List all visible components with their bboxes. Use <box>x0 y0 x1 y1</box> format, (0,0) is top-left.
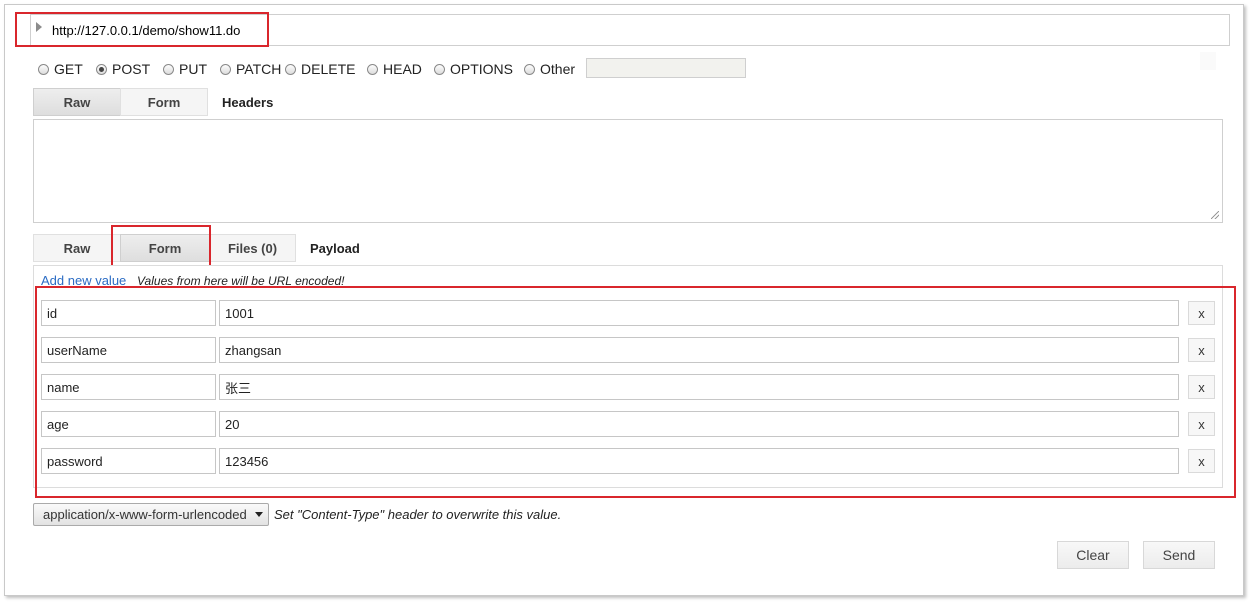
headers-label: Headers <box>222 95 274 110</box>
content-type-select[interactable]: application/x-www-form-urlencoded <box>33 503 269 526</box>
payload-tab-raw[interactable]: Raw <box>33 234 121 262</box>
radio-put[interactable] <box>163 63 174 75</box>
radio-get[interactable] <box>38 63 49 75</box>
content-type-note: Set "Content-Type" header to overwrite t… <box>274 507 562 522</box>
headers-tab-form[interactable]: Form <box>120 88 208 116</box>
payload-label: Payload <box>310 241 360 256</box>
radio-delete[interactable] <box>285 63 296 75</box>
method-other[interactable]: Other <box>524 60 575 78</box>
clear-button[interactable]: Clear <box>1057 541 1129 569</box>
dropdown-arrow-icon <box>255 512 263 517</box>
payload-tab-files[interactable]: Files (0) <box>209 234 296 262</box>
headers-tab-raw[interactable]: Raw <box>33 88 121 116</box>
method-delete[interactable]: DELETE <box>285 60 355 78</box>
params-highlight-box <box>35 286 1236 498</box>
method-get[interactable]: GET <box>38 60 83 78</box>
radio-post[interactable] <box>96 63 107 75</box>
form-tab-highlight-box <box>111 225 211 268</box>
method-head[interactable]: HEAD <box>367 60 422 78</box>
headers-textarea[interactable] <box>33 119 1223 223</box>
radio-head[interactable] <box>367 63 378 75</box>
method-put[interactable]: PUT <box>163 60 207 78</box>
method-options[interactable]: OPTIONS <box>434 60 513 78</box>
method-patch[interactable]: PATCH <box>220 60 281 78</box>
radio-patch[interactable] <box>220 63 231 75</box>
method-post[interactable]: POST <box>96 60 150 78</box>
send-button[interactable]: Send <box>1143 541 1215 569</box>
scroll-stub <box>1200 52 1216 70</box>
radio-other[interactable] <box>524 63 535 75</box>
other-method-input[interactable] <box>586 58 746 78</box>
resize-grip-icon[interactable] <box>1211 211 1219 219</box>
url-highlight-box <box>15 12 269 47</box>
radio-options[interactable] <box>434 63 445 75</box>
